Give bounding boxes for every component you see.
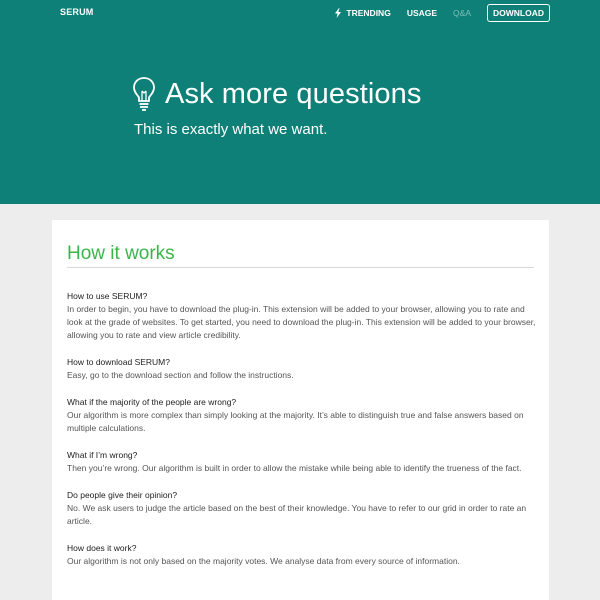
hero-subtitle: This is exactly what we want. — [134, 121, 328, 138]
nav-trending[interactable]: TRENDING — [334, 8, 391, 18]
how-it-works-card: How it works How to use SERUM? In order … — [52, 220, 549, 600]
section-divider — [67, 267, 534, 268]
nav-trending-label: TRENDING — [346, 8, 391, 18]
faq-list: How to use SERUM? In order to begin, you… — [67, 290, 537, 582]
faq-item: What if I’m wrong? Then you’re wrong. Ou… — [67, 449, 537, 475]
faq-item: How to use SERUM? In order to begin, you… — [67, 290, 537, 342]
faq-answer: Then you’re wrong. Our algorithm is buil… — [67, 463, 522, 473]
nav-qa[interactable]: Q&A — [453, 8, 471, 18]
faq-question: What if I’m wrong? — [67, 450, 138, 460]
faq-question: What if the majority of the people are w… — [67, 397, 237, 407]
hero-title: Ask more questions — [165, 77, 422, 110]
faq-answer: In order to begin, you have to download … — [67, 304, 536, 340]
faq-question: How to download SERUM? — [67, 357, 170, 367]
faq-answer: Our algorithm is more complex than simpl… — [67, 410, 524, 433]
lightning-icon — [335, 8, 342, 18]
hero-title-row: Ask more questions — [132, 76, 421, 112]
lightbulb-icon — [133, 77, 155, 111]
faq-item: How does it work? Our algorithm is not o… — [67, 542, 537, 568]
faq-question: Do people give their opinion? — [67, 490, 178, 500]
faq-question: How to use SERUM? — [67, 291, 148, 301]
hero-header: SERUM TRENDING USAGE Q&A DOWNLOAD Ask mo… — [0, 0, 600, 204]
faq-answer: Our algorithm is not only based on the m… — [67, 556, 460, 566]
faq-question: How does it work? — [67, 543, 137, 553]
brand-logo[interactable]: SERUM — [60, 7, 94, 17]
faq-answer: Easy, go to the download section and fol… — [67, 370, 294, 380]
faq-answer: No. We ask users to judge the article ba… — [67, 503, 527, 526]
faq-item: Do people give their opinion? No. We ask… — [67, 489, 537, 528]
nav-usage[interactable]: USAGE — [407, 8, 437, 18]
faq-item: How to download SERUM? Easy, go to the d… — [67, 356, 537, 382]
section-title: How it works — [67, 243, 175, 264]
download-button[interactable]: DOWNLOAD — [487, 4, 550, 22]
top-nav: TRENDING USAGE Q&A DOWNLOAD — [318, 4, 550, 22]
faq-item: What if the majority of the people are w… — [67, 396, 537, 435]
